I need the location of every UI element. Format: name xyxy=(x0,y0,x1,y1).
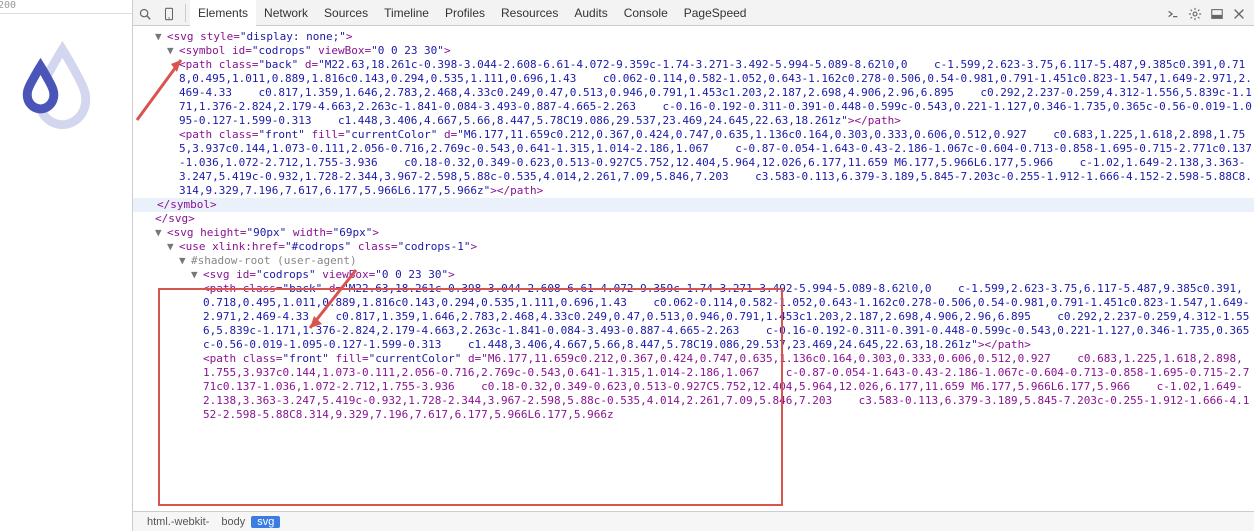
dom-line[interactable]: <path class="front" fill="currentColor" … xyxy=(203,352,1249,421)
dom-line[interactable]: <path class="front" fill="currentColor" … xyxy=(179,128,1252,197)
tab-network[interactable]: Network xyxy=(256,0,316,26)
codrops-drop-icon xyxy=(22,40,132,133)
tab-resources[interactable]: Resources xyxy=(493,0,566,26)
tab-pagespeed[interactable]: PageSpeed xyxy=(676,0,755,26)
shadow-root-label[interactable]: #shadow-root (user-agent) xyxy=(191,254,357,267)
tab-console[interactable]: Console xyxy=(616,0,676,26)
console-icon[interactable] xyxy=(1166,4,1180,20)
dom-line[interactable]: <symbol id="codrops" viewBox="0 0 23 30"… xyxy=(179,44,451,57)
dom-line[interactable]: <svg height="90px" width="69px"> xyxy=(167,226,379,239)
breadcrumb-item[interactable]: body xyxy=(215,516,251,528)
search-icon[interactable] xyxy=(133,4,157,20)
gear-icon[interactable] xyxy=(1188,4,1202,20)
device-icon[interactable] xyxy=(157,4,181,20)
dom-line[interactable]: <svg id="codrops" viewBox="0 0 23 30"> xyxy=(203,268,455,281)
tab-audits[interactable]: Audits xyxy=(566,0,615,26)
dom-line[interactable]: <path class="back" d="M22.63,18.261c-0.3… xyxy=(179,58,1252,127)
devtools-toolbar: ElementsNetworkSourcesTimelineProfilesRe… xyxy=(133,0,1254,26)
dom-line[interactable]: </symbol> xyxy=(157,198,217,211)
breadcrumb-item[interactable]: svg xyxy=(251,516,280,528)
breadcrumb[interactable]: html.-webkit-bodysvg xyxy=(133,511,1254,531)
elements-panel[interactable]: ▼<svg style="display: none;"> ▼<symbol i… xyxy=(133,26,1254,511)
dom-line[interactable]: <svg style="display: none;"> xyxy=(167,30,352,43)
breadcrumb-item[interactable]: html.-webkit- xyxy=(141,516,215,528)
dom-line[interactable]: </svg> xyxy=(155,212,195,225)
tab-timeline[interactable]: Timeline xyxy=(376,0,437,26)
ruler-tick-label: 200 xyxy=(0,0,16,11)
tab-elements[interactable]: Elements xyxy=(190,0,256,26)
dock-icon[interactable] xyxy=(1210,4,1224,20)
tab-sources[interactable]: Sources xyxy=(316,0,376,26)
tab-profiles[interactable]: Profiles xyxy=(437,0,493,26)
ruler: 200 xyxy=(0,0,132,14)
dom-line[interactable]: <use xlink:href="#codrops" class="codrop… xyxy=(179,240,477,253)
page-preview-pane: 200 xyxy=(0,0,133,531)
close-icon[interactable] xyxy=(1232,4,1246,20)
dom-line[interactable]: <path class="back" d="M22.63,18.261c-0.3… xyxy=(203,282,1249,351)
